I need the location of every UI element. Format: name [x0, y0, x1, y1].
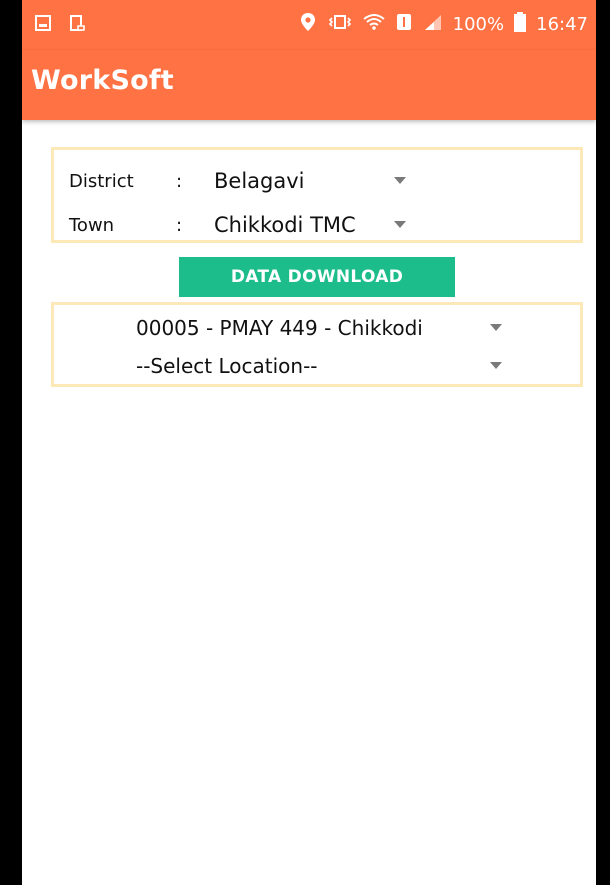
app-title: WorkSoft: [31, 65, 174, 96]
data-download-button[interactable]: DATA DOWNLOAD: [179, 257, 455, 297]
status-bar-right: 100% 16:47: [299, 12, 588, 37]
town-dropdown-arrow-icon[interactable]: [394, 221, 406, 228]
sim-icon: [395, 13, 413, 36]
location-dropdown-arrow-icon[interactable]: [490, 362, 502, 369]
device-frame: 100% 16:47 WorkSoft District : Belagavi: [0, 0, 610, 885]
app-bar: WorkSoft: [22, 50, 596, 120]
clock-time: 16:47: [536, 14, 588, 35]
location-filter-card: District : Belagavi Town : Chikkodi TMC: [51, 147, 583, 243]
app-screen: 100% 16:47 WorkSoft District : Belagavi: [22, 0, 596, 885]
district-spinner-value[interactable]: Belagavi: [214, 169, 305, 193]
vibrate-icon: [327, 13, 353, 36]
town-row[interactable]: Town : Chikkodi TMC: [54, 203, 580, 247]
screen-capture-icon: [68, 14, 86, 32]
district-dropdown-arrow-icon[interactable]: [394, 177, 406, 184]
project-dropdown-arrow-icon[interactable]: [490, 324, 502, 331]
town-separator: :: [176, 214, 183, 236]
gallery-icon: [34, 14, 52, 32]
location-spinner-value[interactable]: --Select Location--: [136, 354, 318, 378]
signal-icon: [423, 13, 443, 36]
location-row[interactable]: --Select Location--: [54, 344, 580, 388]
district-row[interactable]: District : Belagavi: [54, 159, 580, 203]
project-location-card: 00005 - PMAY 449 - Chikkodi --Select Loc…: [51, 302, 583, 387]
status-bar-left: [34, 14, 86, 32]
project-spinner-value[interactable]: 00005 - PMAY 449 - Chikkodi: [136, 316, 423, 340]
location-icon: [299, 12, 317, 37]
district-separator: :: [176, 170, 183, 192]
district-label: District: [69, 170, 134, 192]
battery-percent: 100%: [452, 14, 505, 35]
status-bar: 100% 16:47: [22, 0, 596, 50]
town-label: Town: [69, 214, 115, 236]
wifi-icon: [363, 13, 385, 36]
battery-icon: [514, 12, 527, 37]
town-spinner-value[interactable]: Chikkodi TMC: [214, 213, 356, 237]
